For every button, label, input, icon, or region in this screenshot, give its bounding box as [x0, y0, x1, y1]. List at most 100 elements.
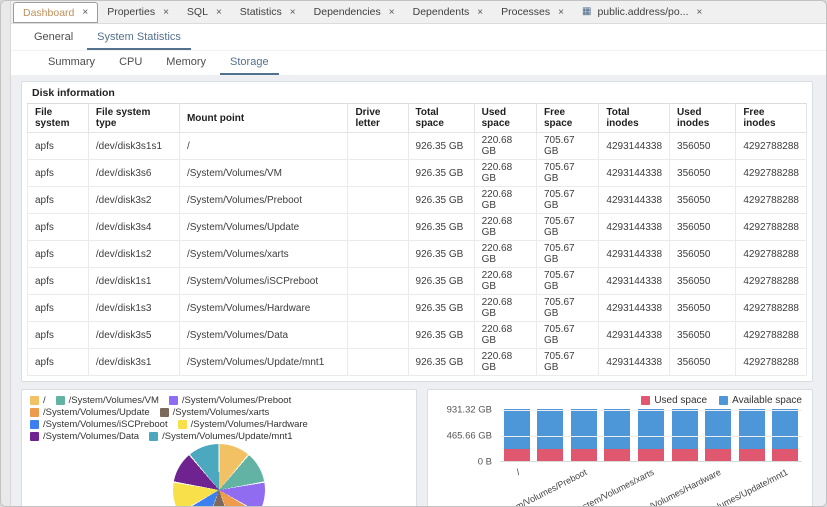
pie-legend-item: /System/Volumes/Hardware [178, 419, 308, 430]
disk-table-cell [348, 214, 408, 241]
window-tab-dependents[interactable]: Dependents× [404, 1, 492, 23]
disk-column-file-system: File system [28, 104, 89, 133]
disk-table-cell: 220.68 GB [474, 349, 536, 376]
disk-table-cell: 4293144338 [599, 241, 670, 268]
available-space-segment [504, 409, 530, 448]
window-tab-dashboard[interactable]: Dashboard × [13, 2, 98, 23]
nav-tab-storage[interactable]: Storage [220, 52, 279, 75]
disk-column-total-space: Total space [408, 104, 474, 133]
disk-table-cell: 4293144338 [599, 349, 670, 376]
pie-legend-item: /System/Volumes/Update/mnt1 [149, 431, 292, 442]
pie-chart-legend: //System/Volumes/VM/System/Volumes/Prebo… [30, 395, 408, 442]
disk-column-total-inodes: Total inodes [599, 104, 670, 133]
disk-table-cell: /dev/disk1s2 [88, 241, 179, 268]
window-tab-public-address-po[interactable]: ▦public.address/po...× [573, 1, 711, 23]
disk-table-cell: 926.35 GB [408, 268, 474, 295]
available-space-segment [739, 409, 765, 448]
disk-table-cell: 220.68 GB [474, 241, 536, 268]
used-space-segment [705, 449, 731, 461]
window-tab-label: Properties [107, 6, 155, 18]
disk-table-cell: 220.68 GB [474, 322, 536, 349]
disk-table-cell: 356050 [670, 349, 736, 376]
pie-legend-item: /System/Volumes/Update [30, 407, 150, 418]
disk-table-cell: /System/Volumes/iSCPreboot [179, 268, 347, 295]
used-space-pie-panel: //System/Volumes/VM/System/Volumes/Prebo… [21, 389, 417, 506]
legend-swatch [30, 420, 39, 429]
disk-column-drive-letter: Drive letter [348, 104, 408, 133]
pgadmin-dashboard-window: Dashboard×Properties×SQL×Statistics×Depe… [0, 0, 827, 507]
available-space-segment [672, 409, 698, 448]
disk-column-mount-point: Mount point [179, 104, 347, 133]
nav-tab-general[interactable]: General [24, 27, 83, 50]
main-area: Dashboard×Properties×SQL×Statistics×Depe… [11, 1, 826, 506]
pie-legend-item: /System/Volumes/VM [56, 395, 159, 406]
disk-table-cell: apfs [28, 349, 89, 376]
disk-table-cell: 356050 [670, 160, 736, 187]
close-tab-icon[interactable]: × [288, 7, 296, 18]
close-tab-icon[interactable]: × [387, 7, 395, 18]
disk-table-cell: 705.67 GB [537, 241, 599, 268]
close-tab-icon[interactable]: × [80, 7, 88, 18]
disk-table-cell: /dev/disk3s5 [88, 322, 179, 349]
disk-table-cell: 220.68 GB [474, 295, 536, 322]
close-tab-icon[interactable]: × [695, 7, 703, 18]
space-bar-chart-panel: Used spaceAvailable space 931.32 GB465.6… [427, 389, 813, 506]
disk-information-table: File systemFile system typeMount pointDr… [27, 103, 807, 376]
close-tab-icon[interactable]: × [475, 7, 483, 18]
used-space-segment [504, 449, 530, 461]
browser-panel-edge[interactable] [1, 1, 11, 506]
disk-table-cell: 705.67 GB [537, 322, 599, 349]
disk-information-title: Disk information [22, 82, 812, 103]
used-space-segment [672, 449, 698, 461]
disk-column-free-space: Free space [537, 104, 599, 133]
disk-information-panel: Disk information File systemFile system … [21, 81, 813, 382]
disk-table-cell [348, 349, 408, 376]
window-tab-processes[interactable]: Processes× [492, 1, 573, 23]
disk-table-cell: /dev/disk3s1s1 [88, 133, 179, 160]
bar-chart-x-axis: //System/Volumes/Preboot/System/Volumes/… [500, 462, 802, 463]
disk-table-cell: 926.35 GB [408, 160, 474, 187]
disk-column-free-inodes: Free inodes [736, 104, 807, 133]
disk-table-cell: 926.35 GB [408, 322, 474, 349]
window-tab-statistics[interactable]: Statistics× [231, 1, 305, 23]
disk-table-cell: /System/Volumes/VM [179, 160, 347, 187]
pie-legend-label: /System/Volumes/VM [69, 395, 159, 406]
nav-tab-system-statistics[interactable]: System Statistics [87, 27, 191, 50]
legend-swatch [30, 408, 39, 417]
disk-table-cell: 926.35 GB [408, 241, 474, 268]
close-tab-icon[interactable]: × [214, 7, 222, 18]
disk-table-cell: /dev/disk3s4 [88, 214, 179, 241]
nav-tab-memory[interactable]: Memory [156, 52, 216, 75]
used-space-segment [571, 449, 597, 461]
disk-table-cell: 705.67 GB [537, 214, 599, 241]
disk-table-cell: 356050 [670, 133, 736, 160]
disk-table-row: apfs/dev/disk3s1/System/Volumes/Update/m… [28, 349, 807, 376]
disk-table-cell [348, 133, 408, 160]
disk-table-cell: 705.67 GB [537, 187, 599, 214]
window-tab-dependencies[interactable]: Dependencies× [305, 1, 404, 23]
window-tab-sql[interactable]: SQL× [178, 1, 231, 23]
bar-y-tick-label: 931.32 GB [447, 405, 492, 416]
legend-swatch [160, 408, 169, 417]
close-tab-icon[interactable]: × [556, 7, 564, 18]
nav-tab-cpu[interactable]: CPU [109, 52, 152, 75]
bar-legend-label: Used space [654, 395, 707, 406]
disk-table-cell: /dev/disk3s2 [88, 187, 179, 214]
legend-swatch [641, 396, 650, 405]
disk-table-cell: apfs [28, 322, 89, 349]
disk-table-cell [348, 322, 408, 349]
disk-table-cell: /dev/disk3s1 [88, 349, 179, 376]
disk-table-cell: 4292788288 [736, 322, 807, 349]
bar-chart-plot [500, 410, 802, 462]
disk-table-cell: /dev/disk1s3 [88, 295, 179, 322]
pie-chart-wrap [30, 442, 408, 506]
close-tab-icon[interactable]: × [161, 7, 169, 18]
disk-table-cell: 4292788288 [736, 268, 807, 295]
disk-table-cell: 220.68 GB [474, 133, 536, 160]
pie-legend-label: /System/Volumes/iSCPreboot [43, 419, 168, 430]
bar-legend-item-used-space: Used space [641, 395, 707, 406]
window-tab-properties[interactable]: Properties × [98, 1, 178, 23]
window-tab-label: Dashboard [23, 7, 74, 19]
disk-table-cell: 926.35 GB [408, 133, 474, 160]
nav-tab-summary[interactable]: Summary [38, 52, 105, 75]
